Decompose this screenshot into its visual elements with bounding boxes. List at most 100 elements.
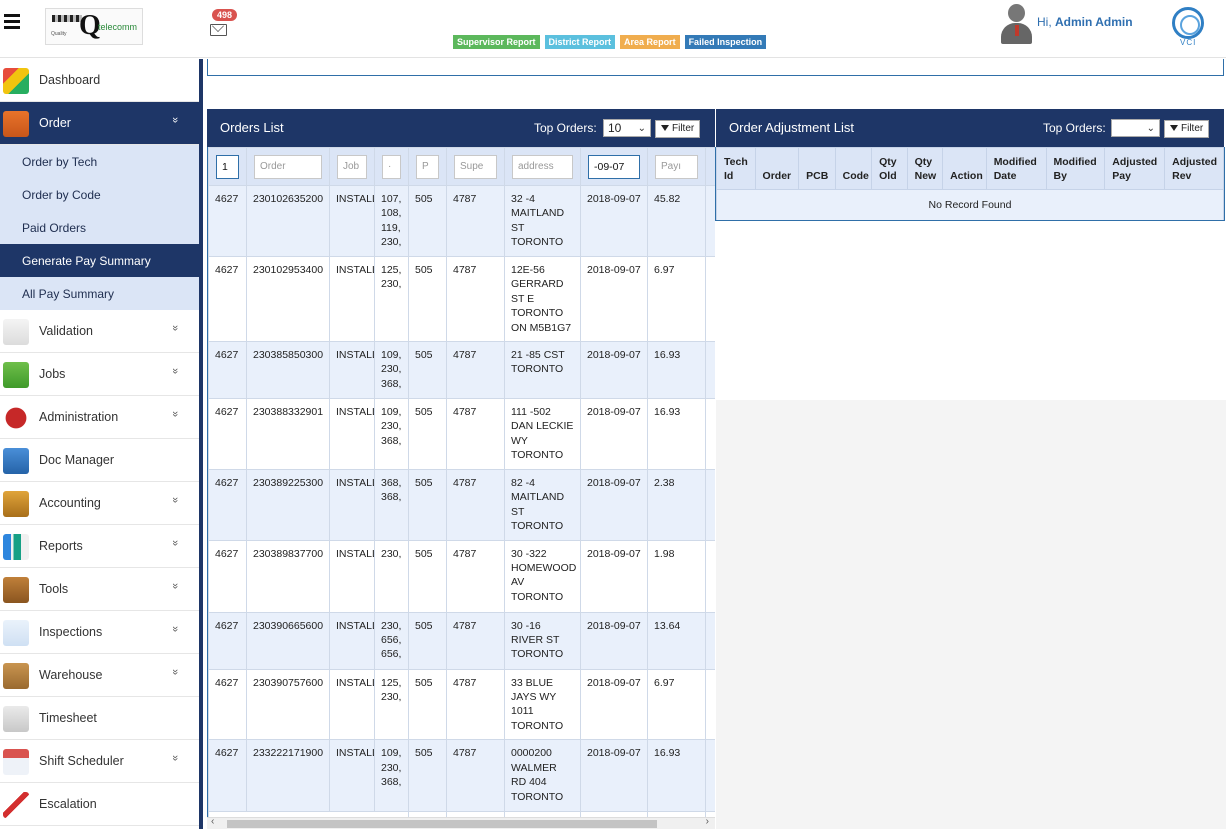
- column-header-tech-id[interactable]: Tech Id: [716, 147, 756, 190]
- sidebar-item-reports[interactable]: Reports »: [0, 525, 199, 568]
- cell-tech: 4627: [208, 739, 247, 813]
- adjust-top-orders-label: Top Orders:: [1043, 121, 1106, 135]
- cell-job: INSTALL: [329, 469, 375, 541]
- report-button-district-report[interactable]: District Report: [544, 35, 616, 49]
- orders-horizontal-scrollbar[interactable]: ‹ ›: [207, 816, 715, 829]
- column-header-adjusted-pay[interactable]: Adjusted Pay: [1104, 147, 1166, 190]
- column-filter-input[interactable]: Payı: [655, 154, 698, 179]
- scroll-left-icon[interactable]: ‹: [211, 816, 214, 827]
- sidebar-subitem-paid-orders[interactable]: Paid Orders: [0, 211, 199, 244]
- scroll-right-icon[interactable]: ›: [706, 816, 709, 827]
- expand-chevron-icon[interactable]: »: [169, 540, 181, 546]
- column-filter-input[interactable]: -09-07: [588, 154, 640, 179]
- expand-chevron-icon[interactable]: »: [169, 325, 181, 331]
- sidebar-item-doc-manager[interactable]: Doc Manager: [0, 439, 199, 482]
- user-greeting[interactable]: Hi, Admin Admin: [1037, 15, 1133, 29]
- table-row[interactable]: 4627 233222171900 INSTALL 109, 230, 368, 505…: [208, 739, 715, 813]
- empty-area: [716, 400, 1226, 829]
- escalation-arrow-icon: [3, 792, 29, 818]
- top-orders-select[interactable]: 10 ⌄: [603, 119, 651, 137]
- cell-job: INSTALL: [329, 255, 375, 343]
- orders-table-container[interactable]: 1 Order Job · P Supe address -09-07 Payı 4627 2301…: [207, 147, 715, 829]
- sidebar-item-label: Order: [39, 116, 71, 130]
- doc-icon: [3, 448, 29, 474]
- sidebar-item-validation[interactable]: Validation »: [0, 310, 199, 353]
- table-row[interactable]: 4627 230390757600 INSTALL 125, 230, 505 4787 3…: [208, 668, 715, 741]
- sidebar-item-administration[interactable]: Administration »: [0, 396, 199, 439]
- filter-row: 1 Order Job · P Supe address -09-07 Payı: [208, 147, 715, 186]
- table-row[interactable]: 4627 230388332901 INSTALL 109, 230, 368, 505…: [208, 398, 715, 471]
- sidebar-item-label: Shift Scheduler: [39, 754, 124, 768]
- cell-order: 230390757600: [246, 668, 330, 741]
- expand-chevron-icon[interactable]: »: [169, 626, 181, 632]
- expand-chevron-icon[interactable]: »: [169, 368, 181, 374]
- report-button-failed-inspection[interactable]: Failed Inspection: [684, 35, 767, 49]
- expand-chevron-icon[interactable]: »: [169, 755, 181, 761]
- filter-icon: [1170, 125, 1178, 132]
- report-button-area-report[interactable]: Area Report: [620, 35, 680, 49]
- user-avatar-icon[interactable]: [1000, 4, 1033, 44]
- column-header-modified-date[interactable]: Modified Date: [985, 147, 1047, 190]
- mail-icon[interactable]: [210, 24, 227, 36]
- column-header-modified-by[interactable]: Modified By: [1045, 147, 1106, 190]
- expand-chevron-icon[interactable]: »: [169, 497, 181, 503]
- sidebar-item-order[interactable]: Order »: [0, 102, 199, 145]
- sidebar-subitem-order-by-code[interactable]: Order by Code: [0, 178, 199, 211]
- cell-date: 2018-09-07: [580, 341, 648, 400]
- column-header-qty-old[interactable]: Qty Old: [871, 147, 908, 190]
- sidebar-item-shift-scheduler[interactable]: Shift Scheduler »: [0, 740, 199, 783]
- table-row[interactable]: 4627 230102635200 INSTALL 107, 108, 119, 23…: [208, 185, 715, 257]
- table-row[interactable]: 4627 230389225300 INSTALL 368, 368, 505 4787 8…: [208, 469, 715, 541]
- table-row[interactable]: 4627 230390665600 INSTALL 230, 656, 656, 505…: [208, 611, 715, 670]
- sidebar-item-timesheet[interactable]: Timesheet: [0, 697, 199, 740]
- cell-pay: 16.93: [647, 398, 706, 471]
- company-logo[interactable]: Q telecomm Quality: [45, 8, 143, 45]
- column-filter-input[interactable]: P: [416, 154, 439, 179]
- checklist-icon: [3, 319, 29, 345]
- column-filter-input[interactable]: Supe: [454, 154, 497, 179]
- column-header-adjusted-rev[interactable]: Adjusted Rev: [1164, 147, 1224, 190]
- adjust-top-orders-select[interactable]: ⌄: [1111, 119, 1160, 137]
- column-filter-input[interactable]: ·: [382, 154, 401, 179]
- scrollbar-thumb[interactable]: [227, 820, 657, 828]
- users-icon: [3, 362, 29, 388]
- sidebar-item-warehouse[interactable]: Warehouse »: [0, 654, 199, 697]
- column-filter-input[interactable]: address: [512, 154, 573, 179]
- cell-sup: 4787: [446, 185, 505, 257]
- table-row[interactable]: 4627 230389837700 INSTALL 230, 505 4787 30 -32…: [208, 539, 715, 613]
- sidebar-item-label: Escalation: [39, 797, 97, 811]
- expand-chevron-icon[interactable]: »: [169, 583, 181, 589]
- table-row[interactable]: 4627 230102953400 INSTALL 125, 230, 505 4787 1…: [208, 255, 715, 343]
- column-filter-input[interactable]: 1: [216, 154, 239, 179]
- cell-job: INSTALL: [329, 341, 375, 400]
- sidebar-item-inspections[interactable]: Inspections »: [0, 611, 199, 654]
- adjust-panel-title: Order Adjustment List: [729, 120, 854, 135]
- sidebar-item-escalation[interactable]: Escalation: [0, 783, 199, 826]
- sidebar-subitem-all-pay-summary[interactable]: All Pay Summary: [0, 277, 199, 310]
- column-header-action[interactable]: Action: [942, 147, 987, 190]
- cell-pay: 1.98: [647, 539, 706, 613]
- sidebar-subitem-order-by-tech[interactable]: Order by Tech: [0, 145, 199, 178]
- column-filter-input[interactable]: Job: [337, 154, 367, 179]
- expand-chevron-icon[interactable]: »: [169, 411, 181, 417]
- sidebar-item-accounting[interactable]: Accounting »: [0, 482, 199, 525]
- sidebar-subitem-generate-pay-summary[interactable]: Generate Pay Summary: [0, 244, 199, 277]
- column-header-pcb[interactable]: PCB: [798, 147, 836, 190]
- sidebar-item-dashboard[interactable]: Dashboard: [0, 59, 199, 102]
- column-header-qty-new[interactable]: Qty New: [906, 147, 944, 190]
- report-button-supervisor-report[interactable]: Supervisor Report: [453, 35, 540, 49]
- column-header-order[interactable]: Order: [754, 147, 800, 190]
- column-header-code[interactable]: Code: [834, 147, 873, 190]
- table-row[interactable]: 4627 230385850300 INSTALL 109, 230, 368, 505…: [208, 341, 715, 400]
- adjust-filter-button[interactable]: Filter: [1164, 120, 1210, 138]
- orders-panel-header: Orders List Top Orders: 10 ⌄ Filter: [207, 109, 715, 147]
- expand-chevron-icon[interactable]: »: [169, 669, 181, 675]
- expand-chevron-icon[interactable]: »: [169, 117, 181, 123]
- column-filter-input[interactable]: Order: [254, 154, 322, 179]
- sidebar-item-jobs[interactable]: Jobs »: [0, 353, 199, 396]
- sidebar-item-tools[interactable]: Tools »: [0, 568, 199, 611]
- hamburger-menu-icon[interactable]: [4, 14, 20, 29]
- orders-filter-button[interactable]: Filter: [655, 120, 701, 138]
- cell-codes: 109, 230, 368,: [374, 341, 409, 400]
- toolbox-icon: [3, 577, 29, 603]
